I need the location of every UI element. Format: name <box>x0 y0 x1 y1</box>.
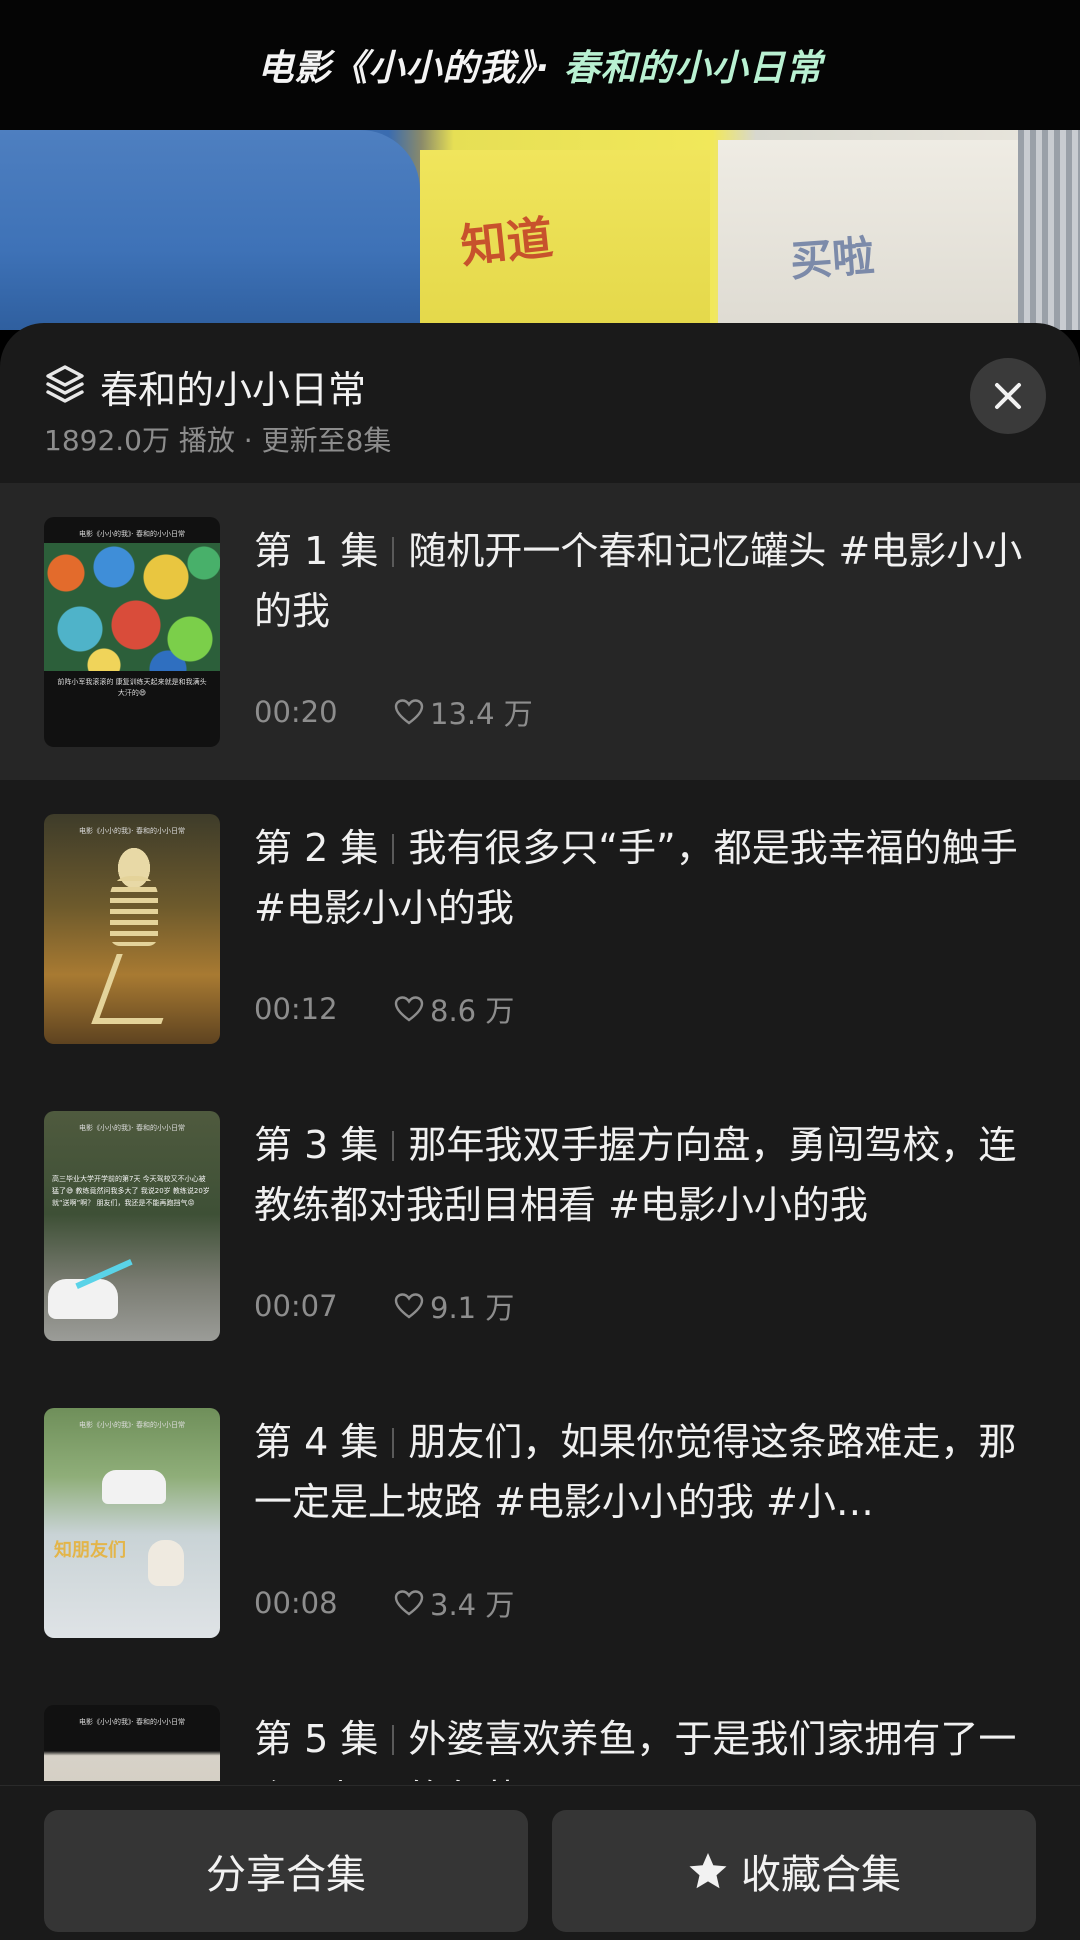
episode-thumbnail: 电影《小小的我》· 春和的小小日常 知朋友们 <box>44 1408 220 1638</box>
episode-item-5[interactable]: 电影《小小的我》· 春和的小小日常 第 5 集外婆喜欢养鱼，于是我们家拥有了一个… <box>0 1671 1080 1781</box>
video-frame-mark-1: 知道 <box>458 210 556 274</box>
episode-thumbnail: 电影《小小的我》· 春和的小小日常 <box>44 1705 220 1781</box>
episode-title: 第 1 集随机开一个春和记忆罐头 #电影小小的我 <box>254 521 1044 641</box>
thumbnail-uphill-image <box>44 1408 220 1638</box>
episode-number: 第 1 集 <box>254 529 379 573</box>
footer-bar: 分享合集 收藏合集 <box>0 1785 1080 1940</box>
episode-meta: 00:20 13.4 万 <box>254 691 533 733</box>
video-title-accent: 春和的小小日常 <box>563 48 823 89</box>
heart-icon <box>394 996 424 1022</box>
heart-icon <box>394 699 424 725</box>
thumbnail-animal <box>148 1540 184 1586</box>
video-title-bar: 电影《小小的我》· 春和的小小日常 <box>0 0 1080 130</box>
episode-thumbnail: 电影《小小的我》· 春和的小小日常 高三毕业大学开学前的第7天 今天驾校又不小心… <box>44 1111 220 1341</box>
heart-icon <box>394 1293 424 1319</box>
thumbnail-text: 前阵小军我滚滚的 康复训练天起来就是和我满头大汗的😄 <box>57 678 207 697</box>
video-frame-mark-2: 买啦 <box>788 231 876 286</box>
episode-likes: 8.6 万 <box>430 994 515 1028</box>
episode-likes: 9.1 万 <box>430 1291 515 1325</box>
episode-number: 第 5 集 <box>254 1717 379 1761</box>
episode-title: 第 3 集那年我双手握方向盘，勇闯驾校，连教练都对我刮目相看 #电影小小的我 <box>254 1115 1044 1235</box>
episode-duration: 00:20 <box>254 695 338 729</box>
video-frame-blue-object <box>0 130 420 330</box>
episode-number: 第 3 集 <box>254 1123 379 1167</box>
close-button[interactable] <box>970 358 1046 434</box>
episode-meta: 00:08 3.4 万 <box>254 1582 514 1624</box>
video-player[interactable]: 电影《小小的我》· 春和的小小日常 知道 买啦 <box>0 0 1080 330</box>
episode-list[interactable]: 电影《小小的我》· 春和的小小日常 前阵小军我滚滚的 康复训练天起来就是和我满头… <box>0 483 1080 1781</box>
thumbnail-marbles-image <box>44 543 220 671</box>
episode-duration: 00:07 <box>254 1289 338 1323</box>
share-collection-button[interactable]: 分享合集 <box>44 1810 528 1932</box>
star-icon <box>689 1853 727 1889</box>
episode-title: 第 2 集我有很多只“手”，都是我幸福的触手#电影小小的我 <box>254 818 1044 938</box>
thumbnail-caption: 电影《小小的我》· 春和的小小日常 <box>79 1718 185 1726</box>
episode-number: 第 4 集 <box>254 1420 379 1464</box>
thumbnail-caption: 电影《小小的我》· 春和的小小日常 <box>79 1124 185 1132</box>
thumbnail-caption: 电影《小小的我》· 春和的小小日常 <box>79 827 185 835</box>
episode-meta: 00:12 8.6 万 <box>254 988 514 1030</box>
episode-meta: 00:07 9.1 万 <box>254 1285 514 1327</box>
episode-thumbnail: 电影《小小的我》· 春和的小小日常 前阵小军我滚滚的 康复训练天起来就是和我满头… <box>44 517 220 747</box>
episode-separator <box>392 834 395 864</box>
thumbnail-caption: 电影《小小的我》· 春和的小小日常 <box>79 530 185 538</box>
episode-title: 第 4 集朋友们，如果你觉得这条路难走，那一定是上坡路 #电影小小的我 #小… <box>254 1412 1044 1532</box>
episode-likes: 13.4 万 <box>430 697 533 731</box>
episode-separator <box>392 1428 395 1458</box>
episode-duration: 00:12 <box>254 992 338 1026</box>
episode-item-2[interactable]: 电影《小小的我》· 春和的小小日常 第 2 集我有很多只“手”，都是我幸福的触手… <box>0 780 1080 1077</box>
episode-separator <box>392 1725 395 1755</box>
thumbnail-text: 知朋友们 <box>54 1540 126 1561</box>
episode-item-1[interactable]: 电影《小小的我》· 春和的小小日常 前阵小军我滚滚的 康复训练天起来就是和我满头… <box>0 483 1080 780</box>
episode-item-3[interactable]: 电影《小小的我》· 春和的小小日常 高三毕业大学开学前的第7天 今天驾校又不小心… <box>0 1077 1080 1374</box>
episode-title: 第 5 集外婆喜欢养鱼，于是我们家拥有了一个不起眼的角落 <box>254 1709 1044 1781</box>
share-collection-label: 分享合集 <box>206 1852 366 1898</box>
episode-thumbnail: 电影《小小的我》· 春和的小小日常 <box>44 814 220 1044</box>
thumbnail-skeleton-ribs <box>110 876 158 946</box>
thumbnail-car <box>102 1470 166 1504</box>
favorite-collection-label: 收藏合集 <box>741 1852 901 1898</box>
panel-title: 春和的小小日常 <box>100 368 367 412</box>
episode-likes: 3.4 万 <box>430 1588 515 1622</box>
panel-header: 春和的小小日常 1892.0万 播放 · 更新至8集 <box>0 323 1080 483</box>
thumbnail-caption: 电影《小小的我》· 春和的小小日常 <box>79 1421 185 1429</box>
favorite-collection-button[interactable]: 收藏合集 <box>552 1810 1036 1932</box>
video-title-prefix: 电影《小小的我》· <box>257 48 564 89</box>
episode-item-4[interactable]: 电影《小小的我》· 春和的小小日常 知朋友们 第 4 集朋友们，如果你觉得这条路… <box>0 1374 1080 1671</box>
panel-meta: 1892.0万 播放 · 更新至8集 <box>44 424 392 457</box>
stack-icon <box>46 365 84 403</box>
episode-duration: 00:08 <box>254 1586 338 1620</box>
video-frame-edge <box>1018 130 1080 330</box>
collection-panel: 春和的小小日常 1892.0万 播放 · 更新至8集 电影《小小的我》· 春和的… <box>0 323 1080 1940</box>
thumbnail-text: 高三毕业大学开学前的第7天 今天驾校又不小心被猛了😅 教练竟然问我多大了 我说2… <box>52 1175 210 1207</box>
heart-icon <box>394 1590 424 1616</box>
episode-separator <box>392 537 395 567</box>
video-title: 电影《小小的我》· 春和的小小日常 <box>257 39 822 91</box>
close-icon <box>995 383 1021 409</box>
episode-number: 第 2 集 <box>254 826 379 870</box>
episode-separator <box>392 1131 395 1161</box>
